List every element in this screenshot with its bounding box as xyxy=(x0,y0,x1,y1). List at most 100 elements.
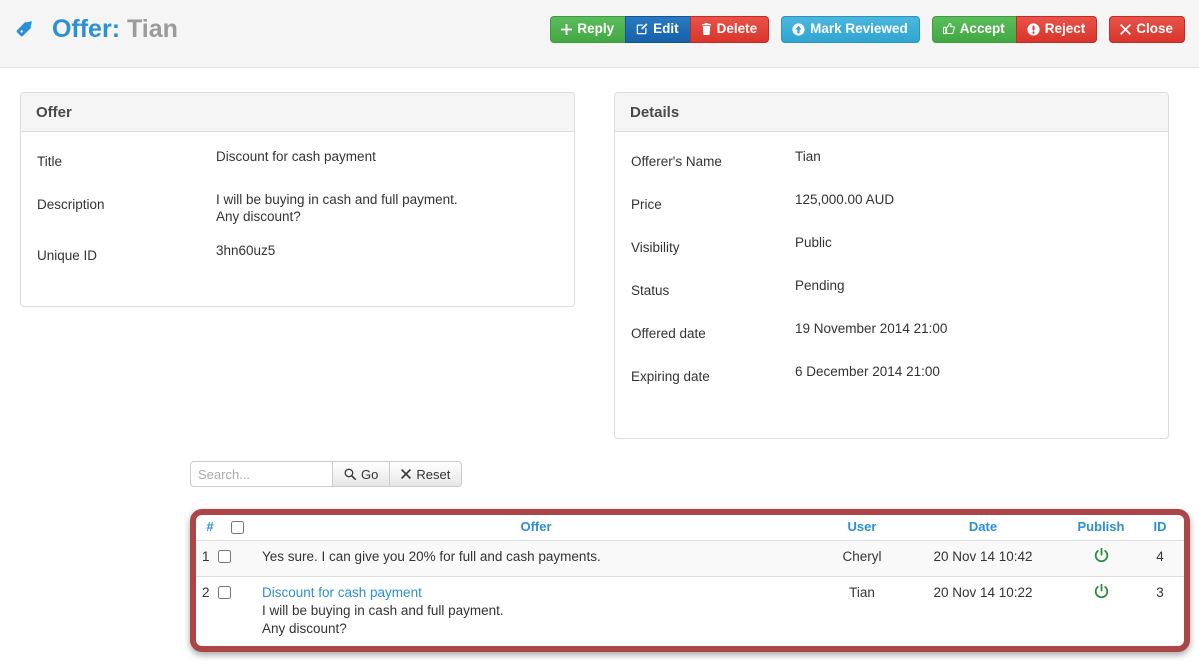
page-title: Offer: Tian xyxy=(16,13,178,47)
details-row-offered-date-value: 19 November 2014 21:00 xyxy=(795,321,948,336)
details-panel: Details Offerer's Name Tian Price 125,00… xyxy=(614,92,1169,439)
row-offer: Discount for cash payment I will be buyi… xyxy=(256,577,816,647)
details-row-expiring-date: Expiring date 6 December 2014 21:00 xyxy=(615,355,1168,398)
row-date: 20 Nov 14 10:22 xyxy=(933,585,1033,600)
reject-button-label: Reject xyxy=(1044,21,1086,37)
details-row-visibility-label: Visibility xyxy=(631,240,680,255)
offer-row-description-value: I will be buying in cash and full paymen… xyxy=(216,192,458,224)
mark-reviewed-button[interactable]: Mark Reviewed xyxy=(781,16,920,43)
page-title-sub: Tian xyxy=(126,15,178,43)
exclamation-circle-icon xyxy=(1027,22,1040,36)
details-row-expiring-date-value: 6 December 2014 21:00 xyxy=(795,364,940,379)
details-row-price-label: Price xyxy=(631,197,662,212)
table-header-row: # Offer User Date Publish ID xyxy=(196,515,1184,541)
details-panel-heading: Details xyxy=(615,93,1168,132)
row-publish xyxy=(1058,577,1144,647)
close-button-label: Close xyxy=(1136,21,1173,37)
replies-table-highlight: # Offer User Date Publish ID 1 Yes sure.… xyxy=(190,509,1190,652)
table-row: 1 Yes sure. I can give you 20% for full … xyxy=(196,540,1184,577)
action-toolbar: Reply Edit Delete Mark Reviewed Accept R… xyxy=(550,16,1185,43)
details-row-offered-date: Offered date 19 November 2014 21:00 xyxy=(615,312,1168,355)
search-reset-button[interactable]: Reset xyxy=(389,461,463,487)
search-bar: Go Reset xyxy=(190,461,463,487)
offer-panel: Offer Title Discount for cash payment De… xyxy=(20,92,575,307)
pencil-square-icon xyxy=(636,23,648,35)
btn-group-primary: Reply Edit Delete xyxy=(550,16,770,43)
header-select-all xyxy=(218,515,256,541)
row-offer-body: Yes sure. I can give you 20% for full an… xyxy=(262,549,601,564)
reply-button-label: Reply xyxy=(577,21,615,37)
header-publish[interactable]: Publish xyxy=(1058,515,1144,541)
edit-button[interactable]: Edit xyxy=(625,16,691,43)
row-num: 2 xyxy=(202,585,210,600)
arrow-up-circle-icon xyxy=(792,22,805,36)
offer-row-unique-id: Unique ID 3hn60uz5 xyxy=(21,234,574,277)
search-input[interactable] xyxy=(190,461,333,487)
row-user: Cheryl xyxy=(816,540,908,577)
reply-button[interactable]: Reply xyxy=(550,16,627,43)
row-offer: Yes sure. I can give you 20% for full an… xyxy=(256,540,816,577)
header-id[interactable]: ID xyxy=(1144,515,1184,541)
offer-panel-body: Title Discount for cash payment Descript… xyxy=(21,132,574,287)
row-id: 4 xyxy=(1144,540,1184,577)
trash-icon xyxy=(701,23,712,35)
search-icon xyxy=(344,468,356,480)
replies-table-body: 1 Yes sure. I can give you 20% for full … xyxy=(196,540,1184,647)
header-date[interactable]: Date xyxy=(908,515,1058,541)
table-row: 2 Discount for cash payment I will be bu… xyxy=(196,577,1184,647)
power-icon[interactable] xyxy=(1094,547,1109,566)
details-row-status-label: Status xyxy=(631,283,670,298)
offer-panel-heading: Offer xyxy=(21,93,574,132)
details-row-offerers-name-value: Tian xyxy=(795,149,821,164)
offer-row-unique-id-value: 3hn60uz5 xyxy=(216,243,276,258)
reject-button[interactable]: Reject xyxy=(1015,16,1098,43)
details-row-expiring-date-label: Expiring date xyxy=(631,369,710,384)
row-offer-title-link[interactable]: Discount for cash payment xyxy=(262,584,816,602)
details-row-status: Status Pending xyxy=(615,269,1168,312)
power-icon[interactable] xyxy=(1094,583,1109,602)
accept-button-label: Accept xyxy=(959,21,1005,37)
offer-row-title-label: Title xyxy=(37,154,63,169)
details-row-offerers-name: Offerer's Name Tian xyxy=(615,140,1168,183)
search-go-label: Go xyxy=(361,466,379,482)
offer-row-description: Description I will be buying in cash and… xyxy=(21,183,574,234)
row-checkbox[interactable] xyxy=(218,586,231,599)
offer-row-unique-id-label: Unique ID xyxy=(37,248,98,263)
details-row-visibility: Visibility Public xyxy=(615,226,1168,269)
search-reset-label: Reset xyxy=(416,466,451,482)
details-row-offered-date-label: Offered date xyxy=(631,326,706,341)
page-title-main: Offer xyxy=(51,15,112,43)
close-button[interactable]: Close xyxy=(1109,16,1185,43)
page-title-separator: : xyxy=(111,15,121,43)
details-row-price: Price 125,000.00 AUD xyxy=(615,183,1168,226)
accept-button[interactable]: Accept xyxy=(931,16,1017,43)
row-publish xyxy=(1058,540,1144,577)
details-panel-body: Offerer's Name Tian Price 125,000.00 AUD… xyxy=(615,132,1168,408)
row-date: 20 Nov 14 10:42 xyxy=(908,540,1058,577)
delete-button-label: Delete xyxy=(716,21,758,37)
offer-row-description-label: Description xyxy=(37,197,105,212)
btn-group-close: Close xyxy=(1109,16,1185,43)
details-row-status-value: Pending xyxy=(795,278,845,293)
details-row-visibility-value: Public xyxy=(795,235,832,250)
search-go-button[interactable]: Go xyxy=(332,461,391,487)
select-all-checkbox[interactable] xyxy=(230,521,244,534)
details-row-price-value: 125,000.00 AUD xyxy=(795,192,895,207)
row-num: 1 xyxy=(196,540,218,577)
delete-button[interactable]: Delete xyxy=(689,16,770,43)
btn-group-review: Mark Reviewed xyxy=(781,16,920,43)
tag-icon xyxy=(16,15,38,47)
header-user[interactable]: User xyxy=(816,515,908,541)
x-icon xyxy=(1120,23,1132,35)
row-checkbox[interactable] xyxy=(218,550,231,563)
header-offer[interactable]: Offer xyxy=(256,515,816,541)
page-header: Offer: Tian Reply Edit Delete Mark Revie… xyxy=(0,0,1199,68)
offer-row-title-value: Discount for cash payment xyxy=(216,149,376,164)
row-offer-body: I will be buying in cash and full paymen… xyxy=(262,603,504,636)
plus-icon xyxy=(561,23,573,35)
row-user: Tian xyxy=(849,585,875,600)
mark-reviewed-button-label: Mark Reviewed xyxy=(810,21,908,37)
x-icon xyxy=(401,469,412,479)
row-select xyxy=(218,540,256,577)
header-num[interactable]: # xyxy=(196,515,218,541)
